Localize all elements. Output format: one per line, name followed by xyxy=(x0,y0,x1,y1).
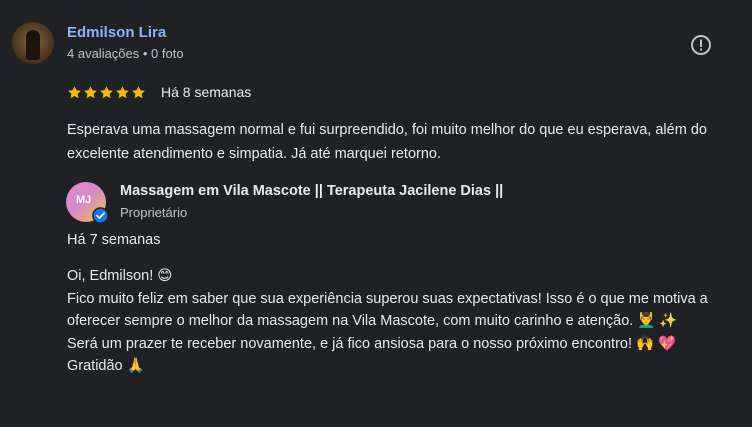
reviewer-meta: 4 avaliações • 0 foto xyxy=(67,46,184,61)
review-card: Edmilson Lira 4 avaliações • 0 foto Há 8… xyxy=(0,0,752,427)
avatar-figure xyxy=(26,30,40,60)
reviewer-avatar[interactable] xyxy=(12,22,54,64)
report-button[interactable] xyxy=(690,34,712,56)
owner-avatar: MJ xyxy=(66,182,109,224)
owner-name: Massagem em Vila Mascote || Terapeuta Ja… xyxy=(120,183,504,199)
owner-role: Proprietário xyxy=(120,205,188,220)
response-line: Gratidão 🙏 xyxy=(67,358,145,374)
star-icon xyxy=(100,85,113,98)
response-line: Oi, Edmilson! 😊 xyxy=(67,268,173,284)
owner-response: Oi, Edmilson! 😊 Fico muito feliz em sabe… xyxy=(67,265,737,378)
response-line: Fico muito feliz em saber que sua experi… xyxy=(67,290,708,330)
star-icon xyxy=(132,85,145,98)
response-line: Será um prazer te receber novamente, e j… xyxy=(67,335,677,352)
star-icon xyxy=(84,85,97,98)
response-date: Há 7 semanas xyxy=(67,232,161,248)
owner-avatar-text: MJ xyxy=(76,194,92,206)
review-date: Há 8 semanas xyxy=(161,84,252,100)
star-icon xyxy=(116,85,129,98)
star-rating xyxy=(67,85,146,100)
rating-row: Há 8 semanas xyxy=(67,83,251,101)
review-text: Esperava uma massagem normal e fui surpr… xyxy=(67,122,707,162)
star-icon xyxy=(68,85,81,98)
report-icon xyxy=(691,35,711,55)
reviewer-name-link[interactable]: Edmilson Lira xyxy=(67,24,166,41)
verified-badge-icon xyxy=(92,207,109,224)
